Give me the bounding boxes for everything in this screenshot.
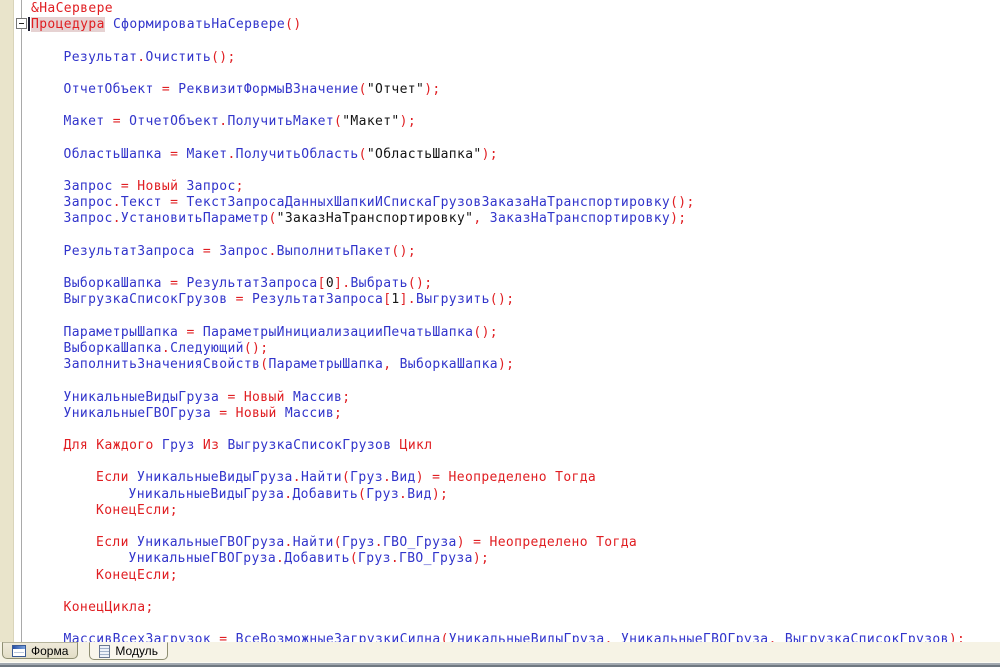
code-editor[interactable]: &НаСервереПроцедура СформироватьНаСервер… [0, 0, 1000, 642]
tab-forma-label: Форма [31, 644, 68, 658]
code-line [0, 228, 1000, 244]
code-lines[interactable]: &НаСервереПроцедура СформироватьНаСервер… [0, 1, 1000, 642]
code-line: КонецЕсли; [0, 568, 1000, 584]
module-icon [99, 645, 110, 658]
code-line: УникальныеГВОГруза.Добавить(Груз.ГВО_Гру… [0, 551, 1000, 567]
code-line: РезультатЗапроса = Запрос.ВыполнитьПакет… [0, 244, 1000, 260]
code-line: КонецЕсли; [0, 503, 1000, 519]
code-line: Запрос = Новый Запрос; [0, 179, 1000, 195]
tab-module[interactable]: Модуль [89, 642, 168, 660]
code-line [0, 454, 1000, 470]
code-line [0, 260, 1000, 276]
code-line [0, 66, 1000, 82]
code-line [0, 373, 1000, 389]
collapse-minus-icon[interactable] [16, 18, 27, 29]
code-line: УникальныеВидыГруза = Новый Массив; [0, 390, 1000, 406]
minus-glyph [19, 23, 24, 24]
code-line: Если УникальныеГВОГруза.Найти(Груз.ГВО_Г… [0, 535, 1000, 551]
window-bottom-edge [0, 662, 1000, 667]
code-line: Запрос.УстановитьПараметр("ЗаказНаТрансп… [0, 211, 1000, 227]
code-line: &НаСервере [0, 1, 1000, 17]
code-line: Запрос.Текст = ТекстЗапросаДанныхШапкиИС… [0, 195, 1000, 211]
code-line: ВыгрузкаСписокГрузов = РезультатЗапроса[… [0, 292, 1000, 308]
module-editor-window: &НаСервереПроцедура СформироватьНаСервер… [0, 0, 1000, 667]
tab-forma[interactable]: Форма [2, 642, 78, 659]
code-line [0, 163, 1000, 179]
code-line: Для Каждого Груз Из ВыгрузкаСписокГрузов… [0, 438, 1000, 454]
code-line: УникальныеГВОГруза = Новый Массив; [0, 406, 1000, 422]
code-line [0, 309, 1000, 325]
code-line: Результат.Очистить(); [0, 50, 1000, 66]
code-line: ЗаполнитьЗначенияСвойств(ПараметрыШапка,… [0, 357, 1000, 373]
code-line: ОтчетОбъект = РеквизитФормыВЗначение("От… [0, 82, 1000, 98]
code-line: Макет = ОтчетОбъект.ПолучитьМакет("Макет… [0, 114, 1000, 130]
code-line: ВыборкаШапка.Следующий(); [0, 341, 1000, 357]
code-line [0, 422, 1000, 438]
tab-module-label: Модуль [115, 644, 158, 658]
code-line: Процедура СформироватьНаСервере() [0, 17, 1000, 33]
bottom-tab-bar: Форма Модуль [0, 642, 1000, 662]
code-line: Если УникальныеВидыГруза.Найти(Груз.Вид)… [0, 470, 1000, 486]
code-line: ОбластьШапка = Макет.ПолучитьОбласть("Об… [0, 147, 1000, 163]
code-line [0, 519, 1000, 535]
code-line: ВыборкаШапка = РезультатЗапроса[0].Выбра… [0, 276, 1000, 292]
form-icon [12, 645, 26, 657]
code-line: МассивВсехЗагрузок = ВсеВозможныеЗагрузк… [0, 632, 1000, 642]
code-line [0, 33, 1000, 49]
code-line [0, 98, 1000, 114]
code-line [0, 131, 1000, 147]
code-line [0, 584, 1000, 600]
code-line: КонецЦикла; [0, 600, 1000, 616]
code-line: ПараметрыШапка = ПараметрыИнициализацииП… [0, 325, 1000, 341]
code-line [0, 616, 1000, 632]
code-line: УникальныеВидыГруза.Добавить(Груз.Вид); [0, 487, 1000, 503]
